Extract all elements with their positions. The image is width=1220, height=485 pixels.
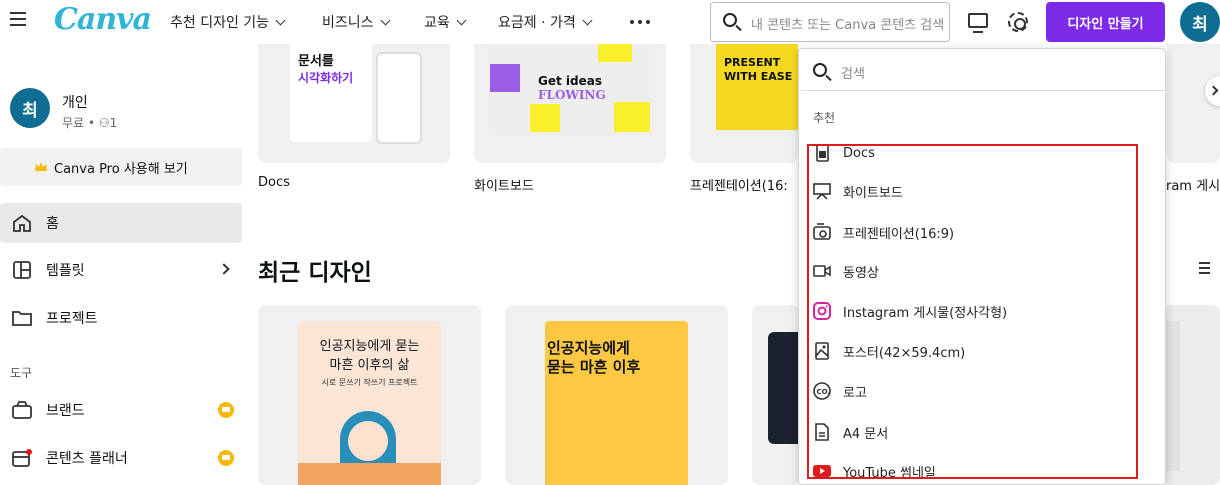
nav-pricing[interactable]: 요금제 · 가격 xyxy=(498,12,593,32)
search-input[interactable]: 내 콘텐츠 또는 Canva 콘텐츠 검색 xyxy=(710,2,950,42)
menu-icon[interactable] xyxy=(10,12,26,26)
instagram-card-title[interactable]: ram 게시 xyxy=(1166,175,1220,194)
whiteboard-card-title[interactable]: 화이트보드 xyxy=(474,175,534,194)
recent-design-card[interactable]: 인공지능에게 묻는 마흔 이후 xyxy=(505,305,728,485)
tools-heading: 도구 xyxy=(10,366,33,380)
sidebar-item-brand[interactable]: 브랜드 xyxy=(0,390,242,430)
presentation-card-title[interactable]: 프레젠테이션(16: xyxy=(690,175,798,194)
laptop-photo xyxy=(768,332,800,444)
docs-card-thumb[interactable]: 문서를 시각화하기 xyxy=(258,44,450,163)
list-view-icon[interactable] xyxy=(1194,262,1210,274)
chevron-down-icon xyxy=(456,15,467,25)
nav-education[interactable]: 교육 xyxy=(424,12,467,32)
chevron-right-icon xyxy=(1208,85,1219,96)
phone-preview xyxy=(376,52,422,144)
chevron-down-icon xyxy=(380,15,390,25)
recommended-heading: 추천 xyxy=(813,111,836,125)
sticky-note xyxy=(490,64,520,92)
sidebar-item-content-planner[interactable]: 콘텐츠 플래너 xyxy=(0,438,242,478)
chevron-down-icon xyxy=(582,15,593,25)
sidebar-item-templates[interactable]: 템플릿 xyxy=(0,250,242,290)
sticky-note xyxy=(598,44,632,62)
red-highlight-box xyxy=(807,144,1138,479)
canva-logo[interactable]: Canva xyxy=(54,2,152,37)
template-icon xyxy=(13,261,31,279)
illustration-desk xyxy=(298,463,441,485)
folder-icon xyxy=(12,311,32,326)
design-preview: 인공지능에게 묻는 마흔 이후 xyxy=(545,321,688,485)
premium-crown-icon xyxy=(218,402,234,418)
design-preview: 인공지능에게 묻는 마흔 이후의 삶 시로 문쓰기 작쓰기 프로젝트 xyxy=(298,321,441,485)
more-icon[interactable] xyxy=(630,20,650,24)
doc-preview: 문서를 시각화하기 xyxy=(290,44,372,142)
recent-designs-title: 최근 디자인 xyxy=(258,260,372,286)
nav-featured-design[interactable]: 추천 디자인 기능 xyxy=(170,12,286,32)
presentation-preview: PRESENT WITH EASE xyxy=(716,44,798,130)
try-pro-button[interactable]: Canva Pro 사용해 보기 xyxy=(0,148,242,186)
account-name[interactable]: 개인 xyxy=(62,92,88,112)
account-plan: 무료 • ⚇1 xyxy=(62,116,118,130)
create-design-button[interactable]: 디자인 만들기 xyxy=(1046,2,1165,42)
brand-icon xyxy=(12,401,32,419)
monitor-icon[interactable] xyxy=(968,13,988,33)
recent-design-card[interactable] xyxy=(752,305,800,485)
people-icon: ⚇ xyxy=(98,116,110,130)
avatar[interactable]: 최 xyxy=(1180,2,1220,42)
search-icon xyxy=(813,63,827,77)
presentation-card-thumb[interactable]: PRESENT WITH EASE xyxy=(690,44,798,163)
nav-business[interactable]: 비즈니스 xyxy=(322,12,390,32)
sticky-note xyxy=(614,102,650,132)
sticky-note xyxy=(530,104,560,132)
sidebar: 최 개인 무료 • ⚇1 Canva Pro 사용해 보기 홈 템플릿 프로젝트… xyxy=(0,44,250,485)
top-bar: Canva 추천 디자인 기능 비즈니스 교육 요금제 · 가격 내 콘텐츠 또… xyxy=(0,0,1220,44)
docs-card-title[interactable]: Docs xyxy=(258,175,290,190)
premium-crown-icon xyxy=(218,450,234,466)
chevron-right-icon xyxy=(218,263,230,275)
calendar-icon xyxy=(12,449,32,467)
home-icon xyxy=(13,214,31,232)
recent-design-card[interactable]: 인공지능에게 묻는 마흔 이후의 삶 시로 문쓰기 작쓰기 프로젝트 xyxy=(258,305,481,485)
search-icon xyxy=(723,13,737,27)
chevron-down-icon xyxy=(275,15,286,25)
whiteboard-preview: Get ideas FLOWING xyxy=(490,44,650,136)
crown-icon xyxy=(35,162,47,171)
whiteboard-card-thumb[interactable]: Get ideas FLOWING xyxy=(474,44,666,163)
sidebar-item-projects[interactable]: 프로젝트 xyxy=(0,298,242,338)
dropdown-search-input[interactable]: 검색 xyxy=(801,51,1165,91)
gear-icon[interactable] xyxy=(1008,12,1028,32)
sidebar-item-home[interactable]: 홈 xyxy=(0,203,242,243)
illustration-face xyxy=(348,421,388,461)
account-avatar[interactable]: 최 xyxy=(10,88,50,128)
recent-design-card[interactable] xyxy=(1162,305,1220,485)
